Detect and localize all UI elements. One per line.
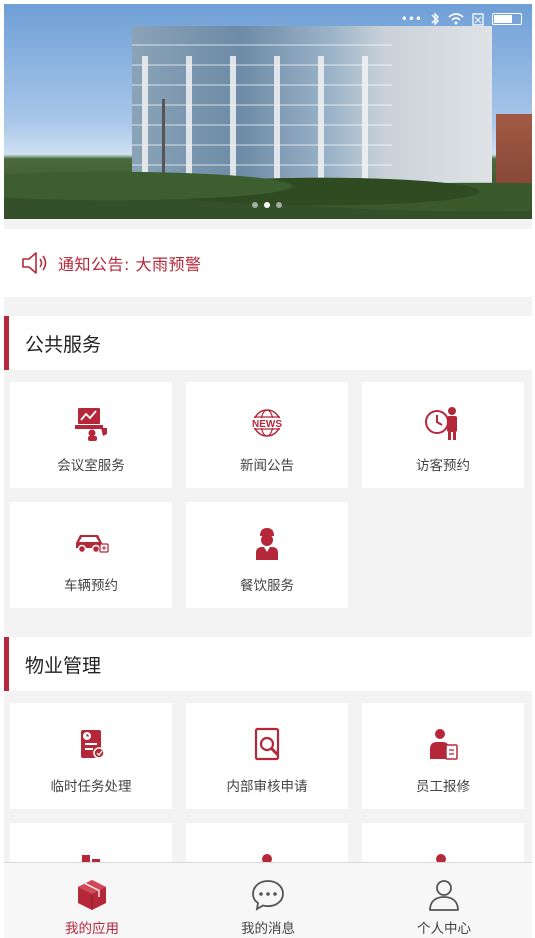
box-icon bbox=[78, 880, 106, 910]
tab-label: 我的消息 bbox=[241, 921, 295, 937]
carousel-dot-active[interactable] bbox=[264, 202, 270, 208]
section-title: 物业管理 bbox=[25, 654, 102, 677]
tile-temporary-task[interactable]: 临时任务处理 bbox=[10, 703, 172, 809]
accent-bar bbox=[4, 637, 9, 691]
audit-icon bbox=[254, 727, 280, 761]
tile-label: 餐饮服务 bbox=[240, 578, 294, 594]
carousel-indicator bbox=[252, 202, 282, 208]
tile-vehicle-booking[interactable]: 车辆预约 bbox=[10, 502, 172, 608]
app-screen: ••• 通知公告: 大雨预警 公共服务 会议室服务 NEWS 新闻公告 访客预约… bbox=[4, 4, 532, 938]
tile-label: 车辆预约 bbox=[64, 578, 118, 594]
more-dots-icon: ••• bbox=[400, 12, 422, 26]
visitor-icon bbox=[425, 407, 457, 440]
bottom-tab-bar: 我的应用 我的消息 个人中心 bbox=[4, 862, 532, 938]
notice-text: 通知公告: 大雨预警 bbox=[58, 255, 202, 274]
bluetooth-icon bbox=[431, 12, 439, 26]
battery-icon bbox=[492, 13, 522, 25]
task-icon bbox=[81, 730, 105, 759]
person-icon bbox=[429, 880, 459, 911]
tile-label: 员工报修 bbox=[416, 779, 470, 795]
meeting-room-icon bbox=[75, 408, 107, 441]
svg-text:NEWS: NEWS bbox=[252, 419, 282, 430]
status-bar: ••• bbox=[401, 12, 522, 26]
tile-news[interactable]: NEWS 新闻公告 bbox=[186, 382, 348, 488]
tab-label: 我的应用 bbox=[65, 921, 119, 937]
car-icon bbox=[76, 535, 109, 554]
sim-icon bbox=[472, 12, 484, 26]
tab-my-apps[interactable]: 我的应用 bbox=[4, 863, 180, 938]
speaker-icon bbox=[22, 252, 47, 274]
carousel-dot[interactable] bbox=[252, 202, 258, 208]
tab-my-messages[interactable]: 我的消息 bbox=[180, 863, 356, 938]
news-icon: NEWS bbox=[250, 409, 284, 437]
chat-icon bbox=[252, 880, 284, 911]
tile-internal-audit[interactable]: 内部审核申请 bbox=[186, 703, 348, 809]
repair-icon bbox=[430, 729, 458, 760]
accent-bar bbox=[4, 316, 9, 370]
tile-label: 新闻公告 bbox=[240, 458, 294, 474]
carousel-dot[interactable] bbox=[276, 202, 282, 208]
tab-label: 个人中心 bbox=[417, 921, 471, 937]
section-header-property-management: 物业管理 bbox=[4, 637, 532, 691]
wifi-icon bbox=[448, 13, 464, 25]
notice-bar[interactable]: 通知公告: 大雨预警 bbox=[4, 229, 532, 297]
banner-carousel[interactable]: ••• bbox=[4, 4, 532, 219]
tile-staff-repair[interactable]: 员工报修 bbox=[362, 703, 524, 809]
tab-personal-center[interactable]: 个人中心 bbox=[356, 863, 532, 938]
tile-label: 访客预约 bbox=[416, 458, 470, 474]
tile-catering-service[interactable]: 餐饮服务 bbox=[186, 502, 348, 608]
tile-label: 会议室服务 bbox=[57, 458, 125, 474]
section-header-public-services: 公共服务 bbox=[4, 316, 532, 370]
tile-visitor-booking[interactable]: 访客预约 bbox=[362, 382, 524, 488]
chef-icon bbox=[256, 528, 278, 560]
tile-label: 临时任务处理 bbox=[50, 779, 132, 795]
tile-label: 内部审核申请 bbox=[226, 779, 308, 795]
section-title: 公共服务 bbox=[25, 333, 102, 356]
tile-meeting-room-service[interactable]: 会议室服务 bbox=[10, 382, 172, 488]
